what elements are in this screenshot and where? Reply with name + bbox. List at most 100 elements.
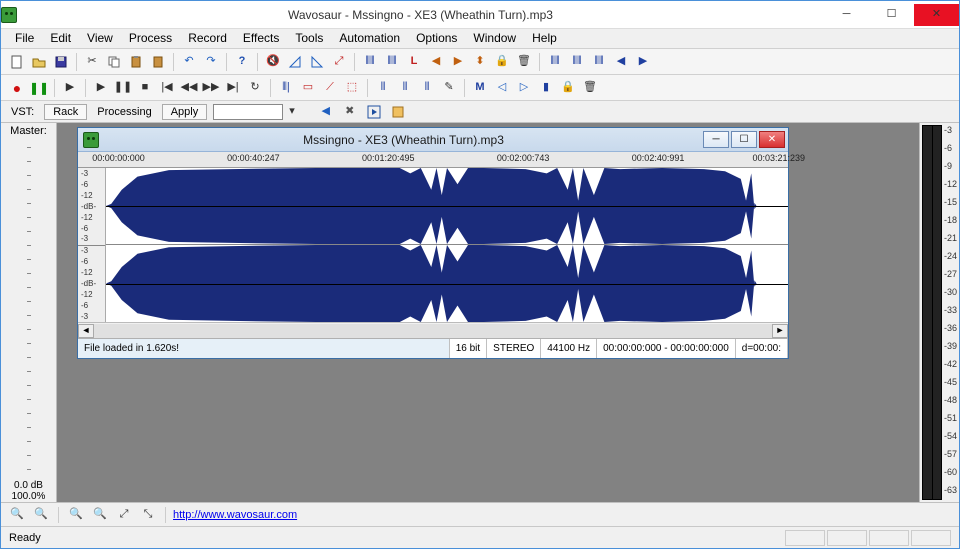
help-icon[interactable]: ? bbox=[232, 52, 252, 72]
save-icon[interactable] bbox=[51, 52, 71, 72]
marker-m-icon[interactable]: M bbox=[470, 78, 490, 98]
skip-back-icon[interactable]: ◀ bbox=[611, 52, 631, 72]
menu-process[interactable]: Process bbox=[121, 29, 180, 48]
envelope-icon[interactable]: ⟋ bbox=[320, 78, 340, 98]
vst-play-icon[interactable] bbox=[365, 103, 383, 121]
wave-c-icon[interactable]: ⫴ bbox=[417, 78, 437, 98]
menu-edit[interactable]: Edit bbox=[42, 29, 79, 48]
marker-red-icon[interactable]: L bbox=[404, 52, 424, 72]
maximize-button[interactable]: ☐ bbox=[869, 4, 914, 26]
redo-icon[interactable]: ↷ bbox=[201, 52, 221, 72]
fadein-icon[interactable] bbox=[285, 52, 305, 72]
marker-left-icon[interactable]: ◀ bbox=[426, 52, 446, 72]
minimize-button[interactable]: ─ bbox=[824, 4, 869, 26]
region-icon[interactable]: ▭ bbox=[298, 78, 318, 98]
marker-next-icon[interactable]: ▷ bbox=[514, 78, 534, 98]
copy-icon[interactable] bbox=[104, 52, 124, 72]
play-loop-icon[interactable]: ▶ bbox=[60, 78, 80, 98]
lock-icon[interactable]: 🔒 bbox=[492, 52, 512, 72]
close-button[interactable]: ✕ bbox=[914, 4, 959, 26]
wave1-icon[interactable]: ⫴⫴ bbox=[360, 52, 380, 72]
pencil-icon[interactable]: ✎ bbox=[439, 78, 459, 98]
zoom-v-icon[interactable]: ⤢ bbox=[114, 505, 134, 525]
waveform-canvas[interactable] bbox=[106, 168, 788, 322]
marker-prev-icon[interactable]: ◁ bbox=[492, 78, 512, 98]
normalize-icon[interactable]: ⤢ bbox=[329, 52, 349, 72]
rew-icon[interactable]: ◀◀ bbox=[179, 78, 199, 98]
wave-a-icon[interactable]: ⫴ bbox=[373, 78, 393, 98]
waveform-left[interactable] bbox=[106, 168, 788, 245]
zoom-fit-icon[interactable]: 🔍 bbox=[90, 505, 110, 525]
cut-icon[interactable]: ✂ bbox=[82, 52, 102, 72]
master-slider[interactable] bbox=[1, 137, 56, 480]
waveform-right[interactable] bbox=[106, 245, 788, 322]
pause-icon[interactable]: ❚❚ bbox=[113, 78, 133, 98]
pause-rec-icon[interactable]: ❚❚ bbox=[29, 78, 49, 98]
ffwd-icon[interactable]: ▶▶ bbox=[201, 78, 221, 98]
meter-tick: -24 bbox=[944, 251, 959, 261]
menu-tools[interactable]: Tools bbox=[287, 29, 331, 48]
h-scrollbar[interactable]: ◄ ► bbox=[78, 322, 788, 338]
menu-automation[interactable]: Automation bbox=[331, 29, 408, 48]
undo-icon[interactable]: ↶ bbox=[179, 52, 199, 72]
marker-lock-icon[interactable]: 🔒 bbox=[558, 78, 578, 98]
vst-select[interactable] bbox=[213, 104, 283, 120]
waveform-area[interactable]: -3 -6 -12 -dB- -12 -6 -3 -3 -6 bbox=[78, 168, 788, 322]
play-icon[interactable]: ▶ bbox=[91, 78, 111, 98]
vst-apply-button[interactable]: Apply bbox=[162, 104, 208, 120]
vst-x-icon[interactable]: ✖ bbox=[341, 103, 359, 121]
crop-icon[interactable]: ⬚ bbox=[342, 78, 362, 98]
trash-icon[interactable]: 🗑 bbox=[514, 52, 534, 72]
db-label: -12 bbox=[81, 290, 105, 299]
website-link[interactable]: http://www.wavosaur.com bbox=[173, 509, 297, 521]
zoom-out-icon[interactable]: 🔍 bbox=[31, 505, 51, 525]
new-icon[interactable] bbox=[7, 52, 27, 72]
scroll-track[interactable] bbox=[94, 324, 772, 338]
cue3-icon[interactable]: ⫴⫴ bbox=[589, 52, 609, 72]
wave2-icon[interactable]: ⫴⫴ bbox=[382, 52, 402, 72]
vst-arrow-icon[interactable]: ◀ bbox=[317, 103, 335, 121]
menu-file[interactable]: File bbox=[7, 29, 42, 48]
cue2-icon[interactable]: ⫴⫴ bbox=[567, 52, 587, 72]
vst-config-icon[interactable] bbox=[389, 103, 407, 121]
doc-titlebar[interactable]: Mssingno - XE3 (Wheathin Turn).mp3 ─ ☐ ✕ bbox=[78, 128, 788, 152]
db-label: -12 bbox=[81, 191, 105, 200]
doc-close-button[interactable]: ✕ bbox=[759, 131, 785, 148]
stop-icon[interactable]: ■ bbox=[135, 78, 155, 98]
chevron-down-icon[interactable]: ▾ bbox=[289, 106, 295, 117]
menu-effects[interactable]: Effects bbox=[235, 29, 287, 48]
paste-icon[interactable] bbox=[126, 52, 146, 72]
select-icon[interactable]: ⫴| bbox=[276, 78, 296, 98]
menu-options[interactable]: Options bbox=[408, 29, 465, 48]
scroll-left-icon[interactable]: ◄ bbox=[78, 324, 94, 338]
repeat-icon[interactable]: ↻ bbox=[245, 78, 265, 98]
menu-help[interactable]: Help bbox=[524, 29, 565, 48]
marker-split-icon[interactable]: ▮ bbox=[536, 78, 556, 98]
skip-fwd-icon[interactable]: ▶ bbox=[633, 52, 653, 72]
zoom-sel-icon[interactable]: 🔍 bbox=[66, 505, 86, 525]
wave-b-icon[interactable]: ⫴ bbox=[395, 78, 415, 98]
paste-special-icon[interactable] bbox=[148, 52, 168, 72]
doc-maximize-button[interactable]: ☐ bbox=[731, 131, 757, 148]
marker-trash-icon[interactable]: 🗑 bbox=[580, 78, 600, 98]
cue-icon[interactable]: ⫴⫴ bbox=[545, 52, 565, 72]
vst-rack-button[interactable]: Rack bbox=[44, 104, 87, 120]
record-icon[interactable]: ● bbox=[7, 78, 27, 98]
marker-del-icon[interactable]: ⬍ bbox=[470, 52, 490, 72]
timeline[interactable]: 00:00:00:000 00:00:40:247 00:01:20:495 0… bbox=[78, 152, 788, 168]
end-icon[interactable]: ▶| bbox=[223, 78, 243, 98]
open-icon[interactable] bbox=[29, 52, 49, 72]
zoom-reset-icon[interactable]: ⤡ bbox=[138, 505, 158, 525]
fadeout-icon[interactable] bbox=[307, 52, 327, 72]
doc-icon bbox=[83, 132, 99, 148]
menu-window[interactable]: Window bbox=[465, 29, 524, 48]
scroll-right-icon[interactable]: ► bbox=[772, 324, 788, 338]
titlebar[interactable]: Wavosaur - Mssingno - XE3 (Wheathin Turn… bbox=[1, 1, 959, 29]
mute-icon[interactable]: 🔇 bbox=[263, 52, 283, 72]
marker-right-icon[interactable]: ▶ bbox=[448, 52, 468, 72]
start-icon[interactable]: |◀ bbox=[157, 78, 177, 98]
menu-record[interactable]: Record bbox=[180, 29, 235, 48]
doc-minimize-button[interactable]: ─ bbox=[703, 131, 729, 148]
menu-view[interactable]: View bbox=[79, 29, 121, 48]
zoom-in-icon[interactable]: 🔍 bbox=[7, 505, 27, 525]
